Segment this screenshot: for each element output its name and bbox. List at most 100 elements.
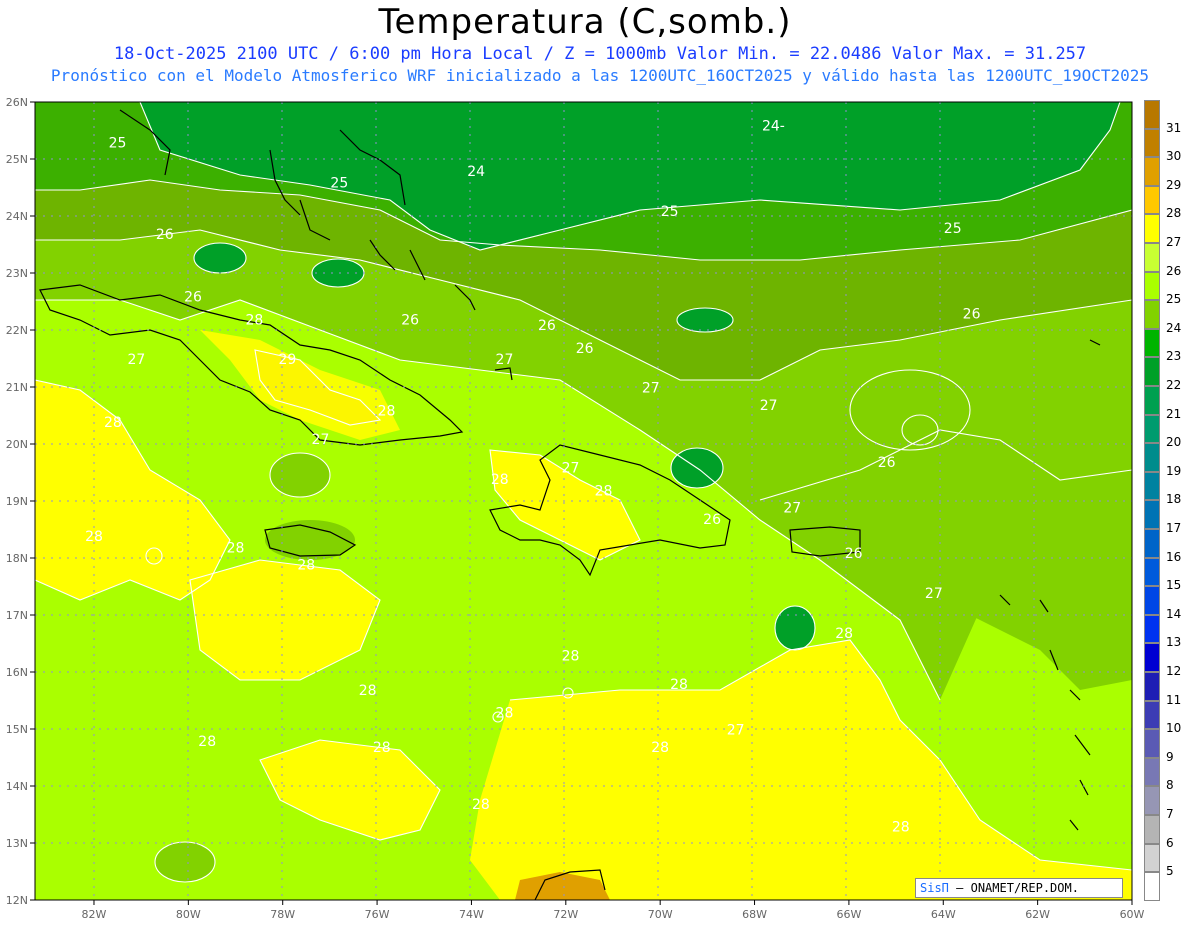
x-tick-label: 82W [82, 908, 107, 921]
contour-label: 26 [845, 546, 863, 562]
colorbar-swatch [1144, 214, 1160, 243]
x-tick-label: 76W [365, 908, 390, 921]
y-tick-label: 24N [6, 210, 28, 223]
x-tick-label: 80W [176, 908, 201, 921]
colorbar-swatch [1144, 414, 1160, 444]
colorbar-swatch [1144, 300, 1160, 329]
colorbar-swatch [1144, 271, 1160, 301]
y-axis-ticks: 26N 25N 24N 23N 22N 21N 20N 19N 18N 17N 16N 15N 14N 1… [6, 96, 35, 907]
y-tick-label: 17N [6, 609, 28, 622]
colorbar-swatch [1144, 185, 1160, 215]
colorbar-swatch [1144, 243, 1160, 272]
y-tick-label: 20N [6, 438, 28, 451]
contour-label: 26 [184, 290, 202, 306]
colorbar-swatch [1144, 157, 1160, 186]
colorbar-label: 29 [1166, 177, 1182, 192]
contour-label: 27 [783, 500, 801, 516]
y-tick-label: 26N [6, 96, 28, 109]
colorbar-label: 28 [1166, 206, 1182, 221]
colorbar-swatch [1144, 614, 1160, 644]
contour-label: 28 [835, 626, 853, 642]
colorbar-label: 18 [1166, 492, 1182, 507]
contour-label: 26 [963, 307, 981, 323]
colorbar-label: 7 [1166, 807, 1174, 821]
contour-label: 26 [156, 227, 174, 243]
x-tick-label: 78W [270, 908, 295, 921]
colorbar-swatch [1144, 672, 1160, 701]
colorbar-label: 13 [1166, 635, 1182, 650]
contour-label: 27 [925, 586, 943, 602]
shaded-field [35, 102, 1132, 900]
contour-label: 28 [198, 734, 216, 750]
contour-label: 29 [279, 352, 297, 368]
y-tick-label: 16N [6, 666, 28, 679]
contour-label: 28 [359, 683, 377, 699]
colorbar-swatch [1144, 500, 1160, 529]
colorbar-swatch [1144, 443, 1160, 472]
colorbar-swatch [1144, 815, 1160, 844]
colorbar-label: 20 [1166, 435, 1182, 450]
temperature-map: 25 24 24- 25 25 25 26 26 26 26 26 26 28 29 27 27 27 27 28 2… [6, 96, 1145, 921]
colorbar-swatch [1144, 872, 1160, 901]
contour-label: 28 [595, 483, 613, 499]
colorbar-swatch [1144, 529, 1160, 558]
colorbar-swatch [1144, 357, 1160, 386]
y-tick-label: 15N [6, 723, 28, 736]
x-axis-ticks: 82W 80W 78W 76W 74W 72W 70W 68W 66W 64W 62W 60W [82, 900, 1145, 921]
contour-label: 26 [401, 312, 419, 328]
y-tick-label: 13N [6, 837, 28, 850]
credit-box: SisΠ – ONAMET/REP.DOM. [915, 878, 1123, 898]
contour-label: 28 [245, 312, 263, 328]
contour-label: 28 [85, 529, 103, 545]
x-tick-label: 66W [836, 908, 861, 921]
y-tick-label: 18N [6, 552, 28, 565]
contour-label: 25 [944, 221, 962, 237]
colorbar-label: 23 [1166, 349, 1182, 364]
colorbar-swatch [1144, 786, 1160, 815]
colorbar-label: 12 [1166, 664, 1182, 678]
colorbar-swatch [1144, 471, 1160, 501]
colorbar-swatch [1144, 557, 1160, 587]
colorbar-label: 14 [1166, 606, 1182, 621]
colorbar-swatch [1144, 586, 1160, 615]
contour-label: 27 [128, 352, 146, 368]
colorbar-label: 16 [1166, 549, 1182, 564]
credit-text: – ONAMET/REP.DOM. [956, 881, 1079, 895]
colorbar-label: 30 [1166, 149, 1182, 164]
colorbar-swatch [1144, 386, 1160, 415]
colorbar-swatch [1144, 729, 1160, 758]
colorbar-label: 22 [1166, 378, 1182, 392]
colorbar-swatch [1144, 643, 1160, 672]
colorbar-label: 31 [1166, 120, 1182, 135]
colorbar-label: 19 [1166, 463, 1182, 478]
colorbar-label: 6 [1166, 835, 1174, 850]
colorbar-swatch [1144, 757, 1160, 787]
y-tick-label: 19N [6, 495, 28, 508]
contour-label: 28 [562, 649, 580, 665]
y-tick-label: 21N [6, 381, 28, 394]
x-tick-label: 70W [648, 908, 673, 921]
colorbar-swatch [1144, 843, 1160, 873]
x-tick-label: 68W [742, 908, 767, 921]
contour-label: 28 [378, 404, 396, 420]
x-tick-label: 62W [1025, 908, 1050, 921]
colorbar-label: 26 [1166, 263, 1182, 278]
x-tick-label: 60W [1120, 908, 1145, 921]
y-tick-label: 14N [6, 780, 28, 793]
colorbar-label: 10 [1166, 721, 1182, 736]
y-tick-label: 22N [6, 324, 28, 337]
credit-brand: SisΠ [920, 881, 949, 895]
colorbar-label: 24 [1166, 320, 1182, 335]
contour-label: 26 [703, 512, 721, 528]
colorbar-label: 5 [1166, 864, 1174, 879]
contour-label: 27 [496, 352, 514, 368]
contour-label: 28 [491, 472, 509, 488]
x-tick-label: 74W [459, 908, 484, 921]
y-tick-label: 23N [6, 267, 28, 280]
contour-label: 26 [538, 318, 556, 334]
y-tick-label: 25N [6, 153, 28, 166]
colorbar-label: 25 [1166, 292, 1182, 307]
colorbar-label: 11 [1166, 692, 1182, 707]
colorbar-label: 21 [1166, 406, 1182, 421]
contour-label: 27 [562, 461, 580, 477]
